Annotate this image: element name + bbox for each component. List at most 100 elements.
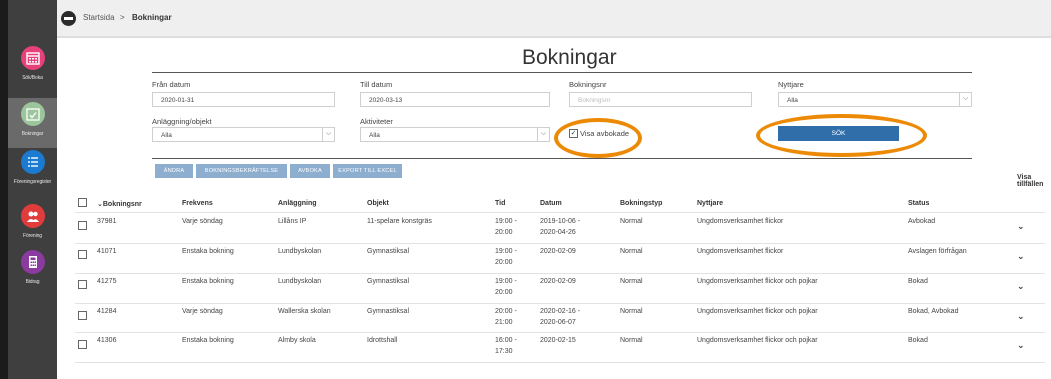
- cell-status: Bokad, Avbokad: [908, 308, 959, 315]
- breadcrumb-home-link[interactable]: Startsida: [83, 13, 115, 22]
- cell-user: Ungdomsverksamhet flickor: [697, 248, 784, 255]
- column-header-bookingnr[interactable]: ⌄Bokningsnr: [97, 200, 142, 208]
- chevron-down-icon: ⌵: [537, 128, 549, 141]
- cell-bookingnr: 41306: [97, 337, 117, 344]
- cell-user: Ungdomsverksamhet flickor och pojkar: [697, 308, 818, 315]
- column-header-date: Datum: [540, 200, 562, 207]
- cell-type: Normal: [620, 218, 643, 225]
- cell-facility: Wallerska skolan: [278, 308, 331, 315]
- user-select[interactable]: Alla ⌵: [778, 92, 972, 107]
- sidebar-item-label: Bidrag: [25, 279, 40, 285]
- activity-select[interactable]: Alla ⌵: [360, 127, 550, 142]
- divider: [75, 212, 1045, 213]
- cell-facility: Lundbyskolan: [278, 248, 322, 255]
- bookingnr-label: Bokningsnr: [569, 80, 607, 89]
- list-icon: [20, 150, 45, 174]
- cell-date-start: 2019-10-06 -: [540, 218, 581, 225]
- cell-status: Bokad: [908, 278, 928, 285]
- row-checkbox[interactable]: [78, 250, 87, 259]
- column-header-label: Bokningsnr: [102, 201, 142, 208]
- sidebar: Sök/Boka Bokningar Föreningsregister För…: [8, 0, 57, 379]
- row-checkbox[interactable]: [78, 221, 87, 230]
- chevron-down-icon[interactable]: ⌄: [1017, 281, 1025, 292]
- facility-select-value: Alla: [161, 132, 172, 139]
- cancel-booking-button[interactable]: AVBOKA: [290, 164, 330, 178]
- cell-facility: Almby skola: [278, 337, 316, 344]
- highlight-oval-search: [756, 114, 927, 157]
- column-header-object: Objekt: [367, 200, 389, 207]
- cell-date-start: 2020-02-16 -: [540, 308, 581, 315]
- calculator-icon: [20, 250, 45, 274]
- cell-bookingnr: 37981: [97, 218, 117, 225]
- sidebar-item-label: Bokningar: [21, 131, 44, 137]
- cell-time-start: 19:00 -: [495, 278, 517, 285]
- cell-date: 2020-02-15: [540, 335, 576, 346]
- row-checkbox[interactable]: [78, 280, 87, 289]
- change-button[interactable]: ÄNDRA: [155, 164, 193, 178]
- users-icon: [20, 204, 45, 228]
- divider: [75, 332, 1045, 333]
- cell-status: Avslagen förfrågan: [908, 248, 967, 255]
- cell-object: Gymnastiksal: [367, 278, 410, 285]
- chevron-down-icon[interactable]: ⌄: [1017, 311, 1025, 322]
- cell-time: 19:00 - 20:00: [495, 246, 517, 268]
- cell-status: Bokad: [908, 337, 928, 344]
- cell-date-end: 2020-06-07: [540, 319, 576, 326]
- chevron-down-icon[interactable]: ⌄: [1017, 251, 1025, 262]
- cell-facility: Lundbyskolan: [278, 278, 322, 285]
- activity-select-value: Alla: [369, 132, 380, 139]
- page-title: Bokningar: [522, 46, 617, 69]
- calendar-check-icon: [20, 102, 45, 126]
- sidebar-item-sok-boka[interactable]: Sök/Boka: [8, 44, 57, 94]
- select-all-checkbox[interactable]: [78, 198, 87, 207]
- cell-time-end: 17:30: [495, 348, 513, 355]
- breadcrumb: Startsida > Bokningar: [57, 0, 1051, 37]
- sidebar-item-forening[interactable]: Förening: [8, 204, 57, 250]
- column-header-label: tillfällen: [1017, 181, 1044, 188]
- booking-confirmation-button[interactable]: BOKNINGSBEKRÄFTELSE: [196, 164, 287, 178]
- home-icon[interactable]: [61, 11, 76, 26]
- column-header-show-occasions: Visa tillfällen: [1017, 174, 1043, 188]
- cell-time-start: 16:00 -: [495, 337, 517, 344]
- calendar-icon: [20, 46, 45, 70]
- column-header-facility: Anläggning: [278, 200, 317, 207]
- cell-time-end: 20:00: [495, 229, 513, 236]
- facility-select[interactable]: Alla ⌵: [152, 127, 335, 142]
- breadcrumb-separator: >: [120, 13, 125, 22]
- cell-time: 19:00 - 20:00: [495, 276, 517, 298]
- sidebar-item-foreningsregister[interactable]: Föreningsregister: [8, 150, 57, 196]
- column-header-time: Tid: [495, 200, 506, 207]
- cell-user: Ungdomsverksamhet flickor och pojkar: [697, 337, 818, 344]
- from-date-field[interactable]: 2020-01-31: [152, 92, 335, 107]
- row-checkbox[interactable]: [78, 311, 87, 320]
- export-excel-button[interactable]: EXPORT TILL EXCEL: [333, 164, 402, 178]
- cell-object: Gymnastiksal: [367, 308, 410, 315]
- column-header-user: Nyttjare: [697, 200, 724, 207]
- cell-frequency: Varje söndag: [182, 218, 223, 225]
- cell-frequency: Enstaka bokning: [182, 248, 234, 255]
- facility-label: Anläggning/objekt: [152, 117, 212, 126]
- user-label: Nyttjare: [778, 80, 804, 89]
- chevron-down-icon[interactable]: ⌄: [1017, 221, 1025, 232]
- sidebar-item-bidrag[interactable]: Bidrag: [8, 250, 57, 296]
- sidebar-item-bokningar[interactable]: Bokningar: [8, 98, 57, 148]
- divider: [75, 243, 1045, 244]
- cell-object: Gymnastiksal: [367, 248, 410, 255]
- divider: [75, 273, 1045, 274]
- cell-frequency: Varje söndag: [182, 308, 223, 315]
- row-checkbox[interactable]: [78, 340, 87, 349]
- cell-bookingnr: 41284: [97, 308, 117, 315]
- bookingnr-field[interactable]: Bokningsnr: [569, 92, 752, 107]
- cell-type: Normal: [620, 308, 643, 315]
- cell-type: Normal: [620, 278, 643, 285]
- chevron-down-icon[interactable]: ⌄: [1017, 340, 1025, 351]
- cell-date: 2019-10-06 - 2020-04-26: [540, 216, 580, 238]
- user-select-value: Alla: [787, 97, 798, 104]
- column-header-frequency: Frekvens: [182, 200, 213, 207]
- to-date-field[interactable]: 2020-03-13: [360, 92, 550, 107]
- cell-user: Ungdomsverksamhet flickor och pojkar: [697, 278, 818, 285]
- sidebar-item-label: Sök/Boka: [22, 75, 43, 81]
- window-edge: [0, 0, 8, 379]
- cell-time: 20:00 - 21:00: [495, 306, 517, 328]
- divider: [75, 303, 1045, 304]
